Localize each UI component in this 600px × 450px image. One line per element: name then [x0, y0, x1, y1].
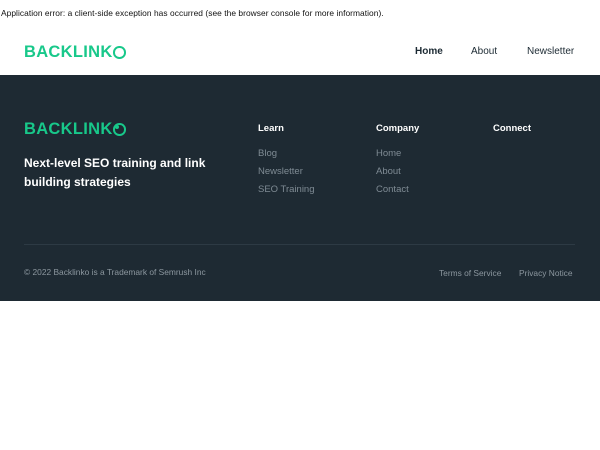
- footer-link-contact[interactable]: Contact: [376, 184, 409, 202]
- footer-logo-text: BACKLINK: [24, 120, 113, 138]
- footer-link-blog[interactable]: Blog: [258, 148, 315, 166]
- footer-logo[interactable]: BACKLINK: [24, 120, 126, 139]
- nav-home-link[interactable]: Home: [415, 46, 443, 57]
- header-logo[interactable]: BACKLINK: [24, 43, 126, 62]
- footer-list-learn: Blog Newsletter SEO Training: [258, 148, 315, 202]
- page: Application error: a client-side excepti…: [0, 0, 600, 450]
- logo-text: BACKLINK: [24, 43, 113, 61]
- footer-divider: [24, 244, 575, 245]
- footer-heading-learn: Learn: [258, 123, 284, 134]
- footer-heading-company: Company: [376, 123, 420, 134]
- footer-link-newsletter[interactable]: Newsletter: [258, 166, 315, 184]
- site-footer: BACKLINK Next-level SEO training and lin…: [0, 75, 600, 301]
- footer-link-about[interactable]: About: [376, 166, 409, 184]
- error-message: Application error: a client-side excepti…: [1, 8, 384, 18]
- copyright-text: © 2022 Backlinko is a Trademark of Semru…: [24, 267, 206, 277]
- footer-heading-connect: Connect: [493, 123, 531, 134]
- terms-of-service-link[interactable]: Terms of Service: [439, 268, 501, 278]
- footer-link-home[interactable]: Home: [376, 148, 409, 166]
- footer-logo-o-icon: [113, 123, 126, 136]
- top-navigation: BACKLINK Home About Newsletter: [0, 30, 600, 74]
- logo-o-icon: [113, 46, 126, 59]
- privacy-notice-link[interactable]: Privacy Notice: [519, 268, 573, 278]
- footer-tagline: Next-level SEO training and link buildin…: [24, 156, 206, 189]
- footer-link-seo-training[interactable]: SEO Training: [258, 184, 315, 202]
- nav-newsletter-link[interactable]: Newsletter: [527, 46, 574, 57]
- footer-list-company: Home About Contact: [376, 148, 409, 202]
- nav-about-link[interactable]: About: [471, 46, 497, 57]
